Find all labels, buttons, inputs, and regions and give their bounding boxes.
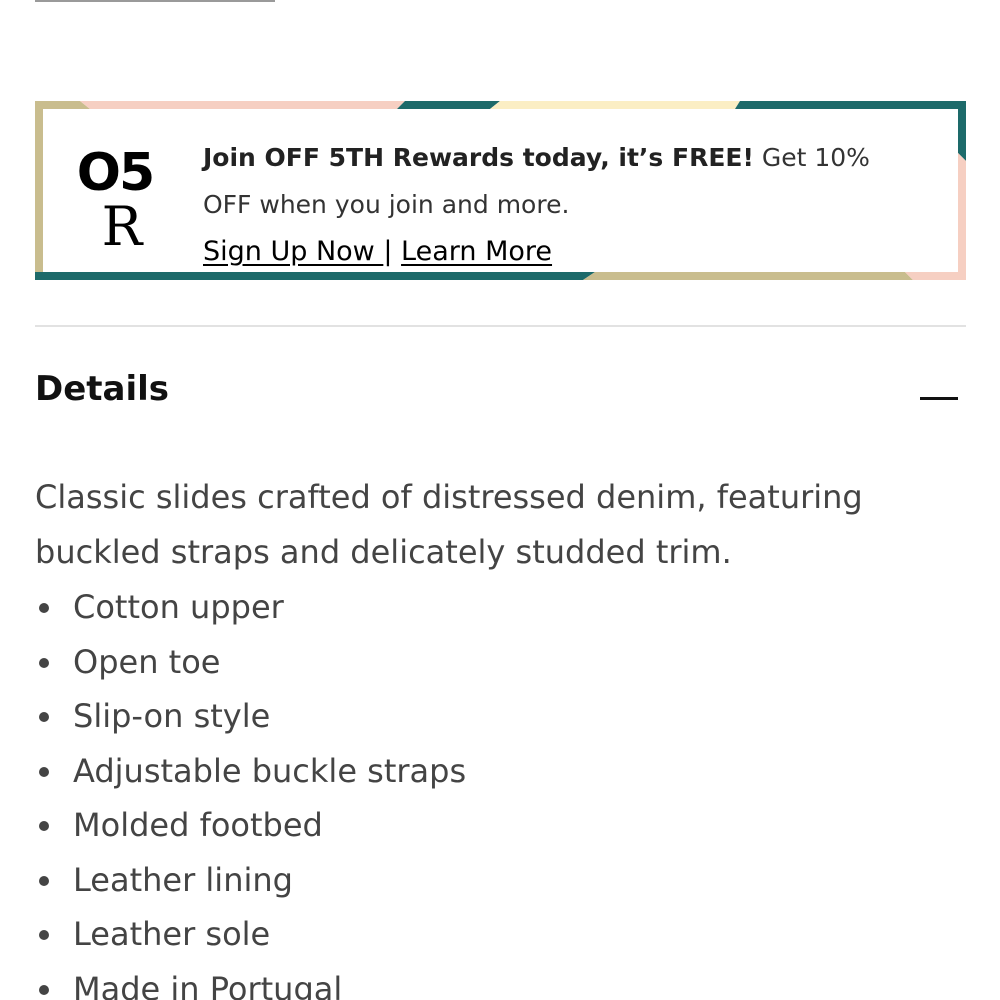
sign-up-link[interactable]: Sign Up Now (203, 236, 383, 267)
banner-headline: Join OFF 5TH Rewards today, it’s FREE! (203, 143, 754, 172)
banner-message: Join OFF 5TH Rewards today, it’s FREE! G… (203, 134, 903, 275)
list-item-text: Leather sole (73, 915, 271, 953)
bullet-icon (39, 821, 49, 831)
details-title: Details (35, 369, 170, 409)
list-item: Cotton upper (35, 580, 935, 635)
bullet-icon (39, 984, 49, 995)
list-item: Leather sole (35, 907, 935, 962)
size-selector-partial (35, 0, 275, 4)
size-option-box[interactable] (35, 0, 115, 2)
product-page: O5 R Join OFF 5TH Rewards today, it’s FR… (0, 0, 1000, 1000)
rewards-banner: O5 R Join OFF 5TH Rewards today, it’s FR… (35, 101, 966, 280)
details-content: Classic slides crafted of distressed den… (35, 470, 935, 1000)
list-item-text: Leather lining (73, 860, 293, 899)
link-separator: | (383, 236, 393, 267)
list-item: Molded footbed (35, 798, 935, 853)
list-item: Made in Portugal (35, 962, 935, 1000)
list-item-text: Adjustable buckle straps (73, 751, 467, 790)
list-item-text: Molded footbed (73, 806, 323, 844)
details-accordion-header[interactable]: Details (35, 365, 966, 425)
logo-bottom-text: R (101, 195, 143, 258)
feature-list: Cotton upper Open toe Slip-on style Adju… (35, 580, 935, 1000)
list-item: Adjustable buckle straps (35, 744, 935, 799)
product-description: Classic slides crafted of distressed den… (35, 478, 863, 571)
list-item-text: Cotton upper (73, 588, 284, 626)
off5th-rewards-logo: O5 R (65, 143, 165, 258)
bullet-icon (39, 712, 49, 722)
bullet-icon (39, 930, 49, 940)
list-item: Slip-on style (35, 689, 935, 744)
minus-icon[interactable] (920, 397, 958, 400)
banner-links: Sign Up Now | Learn More (203, 228, 903, 275)
bullet-icon (39, 603, 49, 613)
size-option-box[interactable] (195, 0, 275, 2)
list-item-text: Open toe (73, 642, 221, 681)
list-item: Leather lining (35, 853, 935, 908)
size-option-box[interactable] (115, 0, 195, 2)
list-item: Open toe (35, 635, 935, 690)
list-item-text: Made in Portugal (73, 969, 343, 1000)
bullet-icon (39, 766, 49, 777)
logo-top-text: O5 (76, 143, 155, 203)
list-item-text: Slip-on style (73, 697, 271, 735)
bullet-icon (39, 657, 49, 668)
section-divider (35, 325, 966, 327)
learn-more-link[interactable]: Learn More (401, 236, 552, 267)
bullet-icon (39, 875, 49, 886)
